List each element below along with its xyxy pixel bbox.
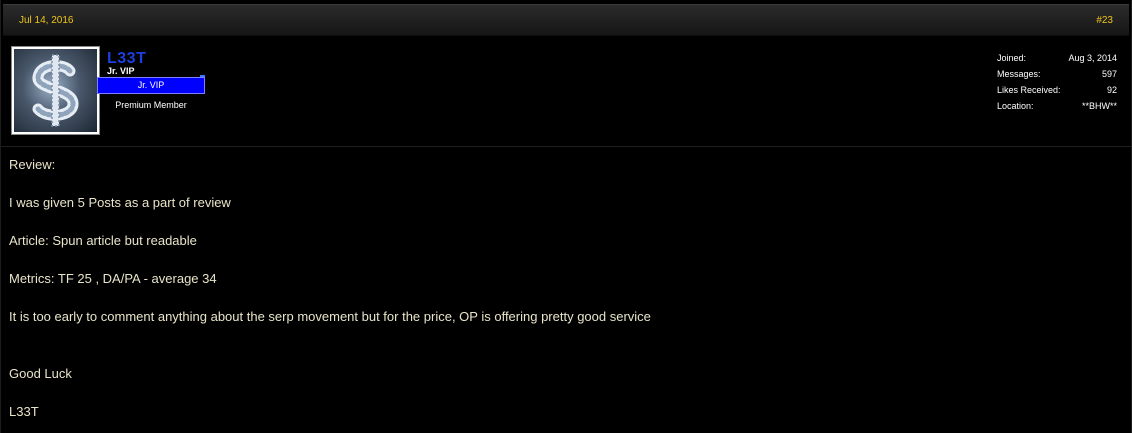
stat-value[interactable]: **BHW** xyxy=(1082,100,1117,116)
post-header: Jul 14, 2016 #23 xyxy=(3,4,1129,36)
forum-post: Jul 14, 2016 #23 L33T Jr. VIP Jr. VIP Pr… xyxy=(0,0,1132,433)
stat-location: Location: **BHW** xyxy=(997,100,1117,116)
avatar[interactable] xyxy=(11,46,100,135)
message-line: It is too early to comment anything abou… xyxy=(9,309,651,324)
dollar-sign-icon xyxy=(14,49,97,132)
user-stats: Joined: Aug 3, 2014 Messages: 597 Likes … xyxy=(997,52,1117,116)
stat-label: Joined: xyxy=(997,53,1027,63)
rank-banner: Jr. VIP xyxy=(97,77,205,94)
message-line: L33T xyxy=(9,404,39,419)
message-line: Article: Spun article but readable xyxy=(9,233,197,248)
stat-likes: Likes Received: 92 xyxy=(997,84,1117,100)
message-line: Good Luck xyxy=(9,366,72,381)
stat-label: Location: xyxy=(997,101,1034,111)
message-line: Review: xyxy=(9,157,56,172)
post-permalink[interactable]: #23 xyxy=(1096,15,1113,26)
stat-value: Aug 3, 2014 xyxy=(1068,53,1117,63)
post-date[interactable]: Jul 14, 2016 xyxy=(19,15,74,26)
message-line: I was given 5 Posts as a part of review xyxy=(9,195,231,210)
stat-messages: Messages: 597 xyxy=(997,68,1117,84)
stat-label: Likes Received: xyxy=(997,85,1061,95)
stat-value[interactable]: 597 xyxy=(1102,68,1117,84)
member-type: Premium Member xyxy=(115,100,187,110)
stat-joined: Joined: Aug 3, 2014 xyxy=(997,52,1117,68)
user-title: Jr. VIP xyxy=(107,66,135,76)
stat-label: Messages: xyxy=(997,69,1041,79)
user-info: L33T Jr. VIP Jr. VIP Premium Member Join… xyxy=(1,36,1132,147)
stat-value: 92 xyxy=(1106,85,1117,95)
message-line: Metrics: TF 25 , DA/PA - average 34 xyxy=(9,271,217,286)
